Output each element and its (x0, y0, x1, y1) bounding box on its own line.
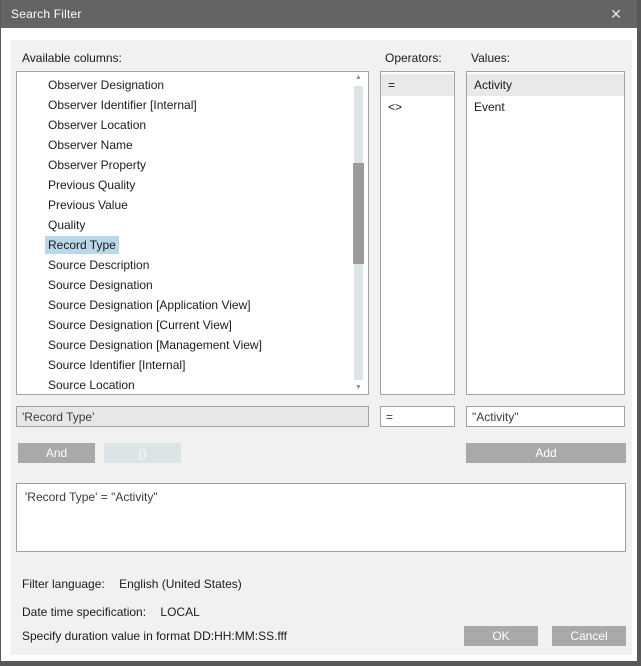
list-item-label: Record Type (45, 236, 119, 254)
list-item-label: <> (388, 100, 402, 114)
list-item-previous-value[interactable]: Previous Value (17, 195, 368, 215)
cancel-button[interactable]: Cancel (552, 626, 626, 646)
list-item-source-designation-application-view[interactable]: Source Designation [Application View] (17, 295, 368, 315)
list-item-label: Observer Name (45, 136, 136, 154)
scroll-up-icon[interactable]: ▲ (353, 72, 364, 84)
list-item-label: Event (474, 100, 505, 114)
operators-list[interactable]: = <> (380, 71, 455, 395)
available-columns-label: Available columns: (22, 51, 122, 65)
list-item-label: Source Description (45, 256, 152, 274)
list-item-source-designation[interactable]: Source Designation (17, 275, 368, 295)
operators-label: Operators: (385, 51, 442, 65)
scrollbar-thumb[interactable] (353, 163, 364, 264)
list-item-source-designation-current-view[interactable]: Source Designation [Current View] (17, 315, 368, 335)
datetime-spec-row: Date time specification: LOCAL (22, 605, 200, 619)
and-button[interactable]: And (18, 443, 95, 463)
list-item-label: Source Location (45, 376, 138, 394)
list-item-label: Quality (45, 216, 88, 234)
values-label: Values: (471, 51, 510, 65)
parentheses-button[interactable]: () (104, 443, 181, 463)
condition-textarea[interactable]: 'Record Type' = "Activity" (16, 483, 626, 552)
list-item-label: Observer Location (45, 116, 149, 134)
titlebar[interactable]: Search Filter ✕ (1, 0, 637, 28)
datetime-spec-label: Date time specification: (22, 605, 146, 619)
list-item-activity[interactable]: Activity (467, 74, 624, 96)
list-item-observer-designation[interactable]: Observer Designation (17, 75, 368, 95)
list-item-event[interactable]: Event (467, 96, 624, 118)
list-item-[interactable]: = (381, 74, 454, 96)
window-title: Search Filter (1, 7, 82, 21)
list-item-[interactable]: <> (381, 96, 454, 118)
scroll-down-icon[interactable]: ▼ (353, 382, 364, 394)
datetime-spec-value: LOCAL (160, 605, 199, 619)
available-columns-list[interactable]: Observer Designation Observer Identifier … (16, 71, 369, 395)
list-item-label: Source Designation (45, 276, 156, 294)
filter-language-label: Filter language: (22, 577, 105, 591)
list-item-observer-identifier-internal[interactable]: Observer Identifier [Internal] (17, 95, 368, 115)
list-item-label: Source Designation [Current View] (45, 316, 235, 334)
list-item-source-description[interactable]: Source Description (17, 255, 368, 275)
list-item-label: Source Designation [Application View] (45, 296, 254, 314)
filter-language-row: Filter language: English (United States) (22, 577, 242, 591)
list-item-previous-quality[interactable]: Previous Quality (17, 175, 368, 195)
value-field[interactable] (466, 406, 625, 427)
list-item-source-designation-management-view[interactable]: Source Designation [Management View] (17, 335, 368, 355)
add-button[interactable]: Add (466, 443, 626, 463)
list-item-observer-location[interactable]: Observer Location (17, 115, 368, 135)
list-item-source-identifier-internal[interactable]: Source Identifier [Internal] (17, 355, 368, 375)
values-list[interactable]: Activity Event (466, 71, 625, 395)
ok-button[interactable]: OK (464, 626, 538, 646)
operator-field[interactable] (380, 406, 455, 427)
duration-hint: Specify duration value in format DD:HH:M… (22, 629, 287, 643)
list-item-observer-name[interactable]: Observer Name (17, 135, 368, 155)
list-item-label: Observer Identifier [Internal] (45, 96, 200, 114)
filter-language-value: English (United States) (119, 577, 242, 591)
list-item-label: = (388, 78, 395, 92)
column-field[interactable] (16, 406, 369, 427)
list-item-label: Observer Designation (45, 76, 167, 94)
list-item-label: Observer Property (45, 156, 149, 174)
list-item-label: Source Designation [Management View] (45, 336, 265, 354)
list-item-label: Previous Quality (45, 176, 138, 194)
list-item-label: Source Identifier [Internal] (45, 356, 188, 374)
close-icon[interactable]: ✕ (601, 0, 631, 28)
list-item-observer-property[interactable]: Observer Property (17, 155, 368, 175)
columns-list-scrollbar[interactable]: ▲ ▼ (353, 72, 364, 394)
list-item-source-location[interactable]: Source Location (17, 375, 368, 395)
list-item-label: Activity (474, 78, 512, 92)
search-filter-dialog: Search Filter ✕ Available columns: Opera… (0, 0, 641, 666)
list-item-label: Previous Value (45, 196, 131, 214)
list-item-quality[interactable]: Quality (17, 215, 368, 235)
list-item-record-type[interactable]: Record Type (17, 235, 368, 255)
